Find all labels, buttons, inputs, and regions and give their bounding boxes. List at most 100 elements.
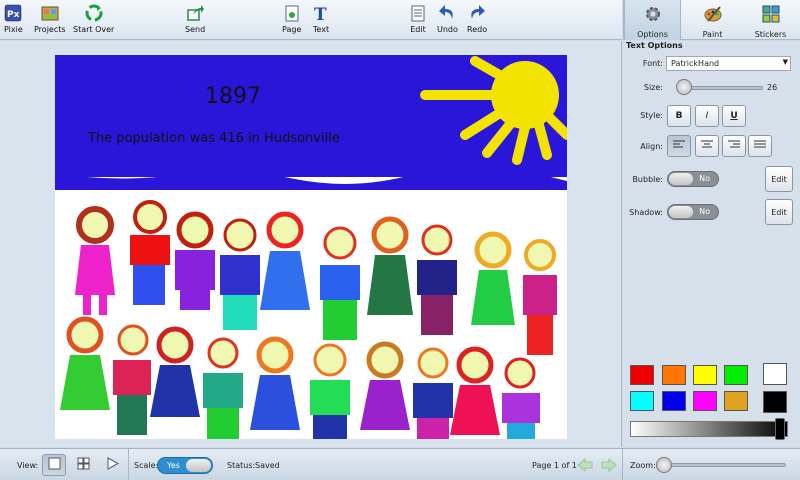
tab-options-label: Options <box>637 30 668 39</box>
scale-label: Scale: <box>134 461 159 470</box>
page-icon <box>283 4 301 22</box>
tab-paint-label: Paint <box>702 30 723 39</box>
align-left-button[interactable] <box>667 135 691 157</box>
align-justify-icon <box>754 140 766 153</box>
stickers-icon <box>762 5 780 26</box>
send-label: Send <box>185 25 206 34</box>
pixie-logo-icon: Px <box>4 4 22 22</box>
canvas-year-text[interactable]: 1897 <box>205 84 261 109</box>
redo-button[interactable]: Redo <box>467 4 487 38</box>
view-single-button[interactable] <box>42 454 66 476</box>
align-center-icon <box>701 140 713 153</box>
gear-icon <box>644 5 662 26</box>
play-button[interactable] <box>100 454 124 476</box>
color-swatch[interactable] <box>693 391 717 411</box>
grayscale-slider-thumb[interactable] <box>775 418 785 440</box>
bubble-edit-button[interactable]: Edit <box>765 166 793 192</box>
undo-button[interactable]: Undo <box>437 4 458 38</box>
start-over-label: Start Over <box>73 25 115 34</box>
drawing-page[interactable]: 1897 The population was 416 in Hudsonvil… <box>55 55 567 439</box>
bubble-toggle[interactable]: No <box>667 171 719 187</box>
projects-button[interactable]: Projects <box>34 4 66 38</box>
start-over-button[interactable]: Start Over <box>73 4 114 38</box>
color-swatch[interactable] <box>693 365 717 385</box>
font-value: PatrickHand <box>671 59 720 68</box>
next-page-button[interactable] <box>601 457 617 475</box>
status-value: Saved <box>255 461 280 470</box>
italic-button[interactable]: I <box>695 105 719 127</box>
tab-paint[interactable]: Paint <box>684 0 741 40</box>
align-justify-button[interactable] <box>748 135 772 157</box>
pixie-label: Pixie <box>4 25 23 34</box>
tab-options[interactable]: Options <box>624 0 681 40</box>
drawing-canvas[interactable]: 1897 The population was 416 in Hudsonvil… <box>55 55 567 439</box>
shadow-value: No <box>699 207 710 216</box>
arrow-right-icon <box>601 457 617 475</box>
color-swatch[interactable] <box>724 365 748 385</box>
document-icon <box>409 4 427 22</box>
zoom-slider-thumb[interactable] <box>656 457 672 473</box>
svg-text:Px: Px <box>7 10 20 20</box>
bold-button[interactable]: B <box>667 105 691 127</box>
color-swatch[interactable] <box>724 391 748 411</box>
color-swatch[interactable] <box>763 391 787 413</box>
svg-text:T: T <box>314 5 327 22</box>
grayscale-slider[interactable] <box>630 421 788 437</box>
font-dropdown[interactable]: PatrickHand ▼ <box>666 56 791 71</box>
underline-button[interactable]: U <box>722 105 746 127</box>
main-toolbar: Px Pixie Projects Start Over Send Page T… <box>0 0 622 40</box>
view-grid-button[interactable] <box>71 454 95 476</box>
bubble-value: No <box>699 174 710 183</box>
redo-label: Redo <box>467 25 488 34</box>
color-swatch[interactable] <box>662 391 686 411</box>
page-button[interactable]: Page <box>282 4 301 38</box>
align-left-icon <box>673 140 685 153</box>
tab-stickers[interactable]: Stickers <box>742 0 799 40</box>
send-button[interactable]: Send <box>185 4 205 38</box>
canvas-caption-text[interactable]: The population was 416 in Hudsonville <box>87 131 340 146</box>
undo-icon <box>438 4 456 22</box>
single-page-icon <box>48 457 61 473</box>
text-icon: T <box>312 4 330 22</box>
shadow-edit-button[interactable]: Edit <box>765 199 793 225</box>
color-swatch[interactable] <box>630 391 654 411</box>
tab-stickers-label: Stickers <box>754 30 787 39</box>
panel-tabs: Options Paint Stickers <box>623 0 800 40</box>
send-icon <box>186 4 205 22</box>
prev-page-button[interactable] <box>577 457 593 475</box>
font-label: Font: <box>642 59 663 68</box>
status-label: Status: <box>227 461 256 470</box>
zoom-slider[interactable] <box>660 463 786 467</box>
text-options-panel: Text Options Font: PatrickHand ▼ Size: 2… <box>623 41 800 447</box>
scale-value: Yes <box>167 461 180 470</box>
color-swatch[interactable] <box>662 365 686 385</box>
panel-title: Text Options <box>626 41 683 50</box>
edit-button[interactable]: Edit <box>409 4 427 38</box>
align-center-button[interactable] <box>695 135 719 157</box>
edit-label: Edit <box>410 25 426 34</box>
pixie-button[interactable]: Px Pixie <box>4 4 23 38</box>
zoom-label: Zoom: <box>630 461 656 470</box>
bottom-bar: View: Scale: Yes Status: Saved Page 1 of… <box>0 448 800 480</box>
shadow-toggle[interactable]: No <box>667 204 719 220</box>
color-swatch[interactable] <box>763 363 787 385</box>
size-value: 26 <box>767 83 778 92</box>
bubble-label: Bubble: <box>632 175 663 184</box>
text-button[interactable]: T Text <box>312 4 330 38</box>
chevron-down-icon: ▼ <box>782 58 788 66</box>
scale-toggle[interactable]: Yes <box>157 457 213 474</box>
color-swatch[interactable] <box>630 365 654 385</box>
play-icon <box>106 457 119 473</box>
view-label: View: <box>17 461 39 470</box>
size-label: Size: <box>643 83 663 92</box>
projects-icon <box>41 4 59 22</box>
align-right-button[interactable] <box>722 135 746 157</box>
canvas-area: 1897 The population was 416 in Hudsonvil… <box>0 41 622 447</box>
size-slider-thumb[interactable] <box>676 79 692 95</box>
projects-label: Projects <box>34 25 66 34</box>
align-right-icon <box>728 140 740 153</box>
redo-icon <box>468 4 486 22</box>
undo-label: Undo <box>437 25 458 34</box>
text-label: Text <box>312 25 330 34</box>
grid-icon <box>77 457 90 473</box>
